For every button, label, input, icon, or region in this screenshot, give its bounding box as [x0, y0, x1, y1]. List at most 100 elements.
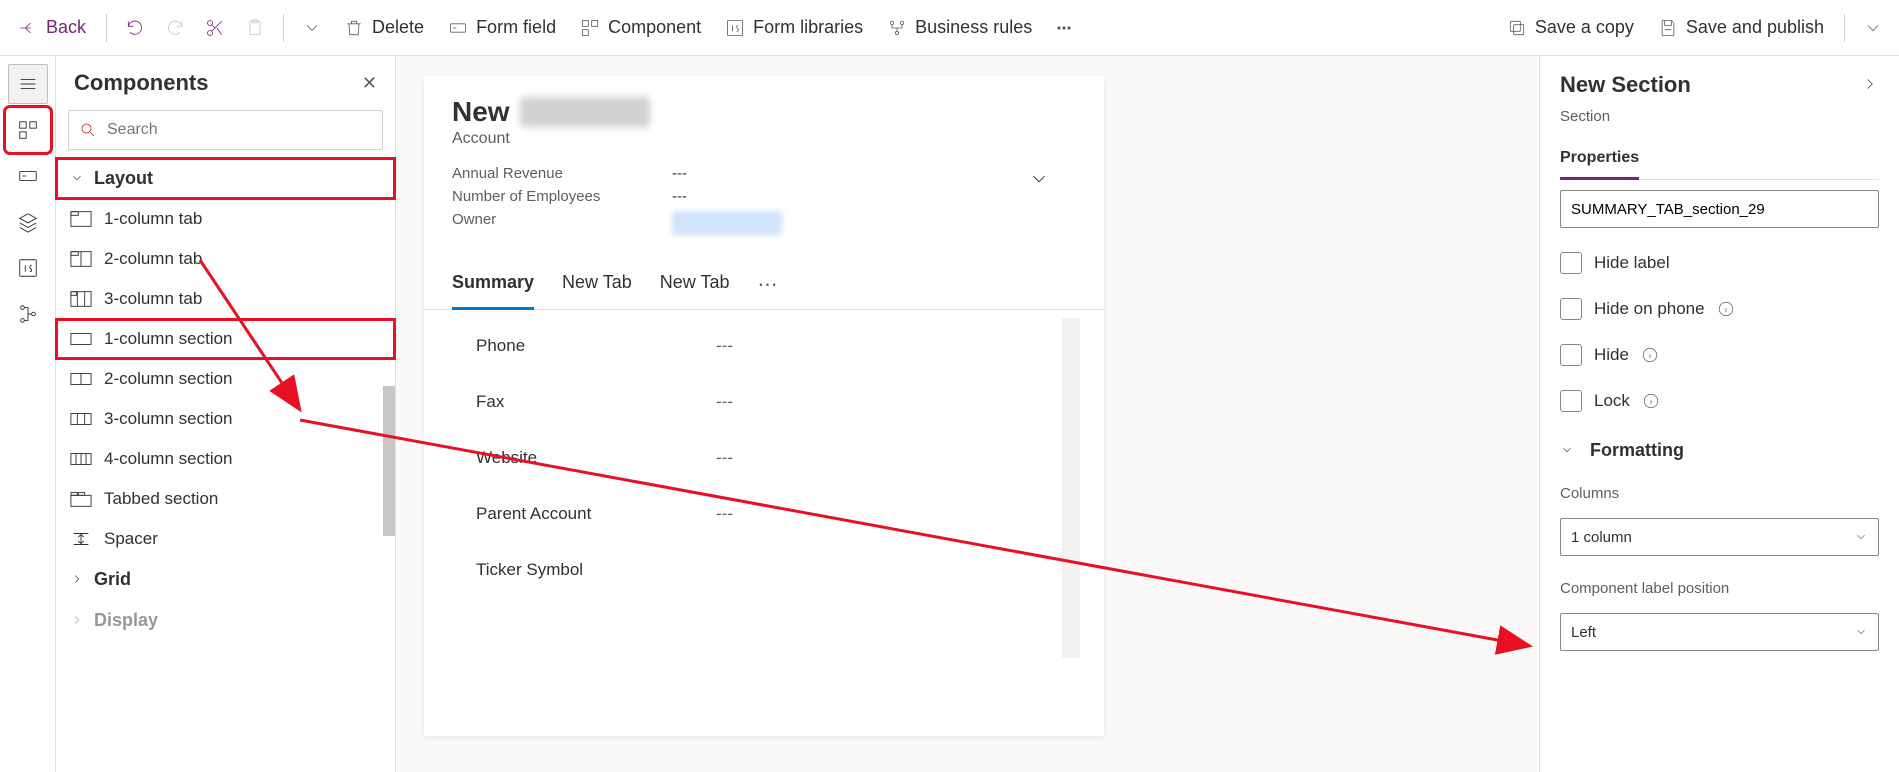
item-4-column-section[interactable]: 4-column section — [56, 439, 395, 479]
entity-label: Account — [452, 130, 1076, 148]
props-pivot: Properties — [1560, 141, 1879, 180]
js-rail-button[interactable] — [8, 248, 48, 288]
pivot-properties[interactable]: Properties — [1560, 141, 1639, 180]
formatting-header[interactable]: Formatting — [1560, 440, 1879, 461]
collapse-icon[interactable] — [1861, 75, 1879, 96]
redo-button[interactable] — [157, 12, 193, 44]
field-row[interactable]: Parent Account --- — [448, 486, 1062, 542]
check-hide-phone[interactable]: Hide on phone — [1560, 298, 1879, 320]
form-tabs: Summary New Tab New Tab ⋯ — [424, 238, 1104, 310]
hamburger-button[interactable] — [8, 64, 48, 104]
layout-items: 1-column tab 2-column tab 3-column tab 1… — [56, 199, 395, 559]
group-grid[interactable]: Grid — [56, 559, 395, 600]
separator — [283, 14, 284, 42]
checkbox[interactable] — [1560, 344, 1582, 366]
check-label: Hide — [1594, 345, 1629, 365]
form-field-button[interactable]: Form field — [438, 11, 566, 44]
search-icon — [79, 121, 97, 139]
field-label: Parent Account — [476, 504, 716, 524]
item-2-column-tab[interactable]: 2-column tab — [56, 239, 395, 279]
business-rules-label: Business rules — [915, 17, 1032, 38]
columns-select[interactable]: 1 column — [1560, 518, 1879, 556]
undo-button[interactable] — [117, 12, 153, 44]
form-libraries-button[interactable]: Form libraries — [715, 11, 873, 44]
delete-button[interactable]: Delete — [334, 11, 434, 44]
save-split-chevron[interactable] — [1855, 12, 1891, 44]
tab-new-1[interactable]: New Tab — [562, 262, 632, 309]
back-button[interactable]: Back — [8, 11, 96, 44]
components-panel: Components ✕ Layout 1-column tab 2-colum… — [56, 56, 396, 772]
scrollbar-thumb[interactable] — [383, 386, 395, 536]
item-label: Tabbed section — [104, 489, 218, 509]
delete-label: Delete — [372, 17, 424, 38]
props-title: New Section — [1560, 72, 1691, 98]
save-copy-button[interactable]: Save a copy — [1497, 11, 1644, 44]
item-label: Spacer — [104, 529, 158, 549]
item-label: 1-column tab — [104, 209, 202, 229]
back-label: Back — [46, 17, 86, 38]
check-hide-label[interactable]: Hide label — [1560, 252, 1879, 274]
columns-value: 1 column — [1571, 529, 1632, 546]
paste-button[interactable] — [237, 12, 273, 44]
search-box[interactable] — [68, 110, 383, 150]
tab-new-2[interactable]: New Tab — [660, 262, 730, 309]
header-field-row[interactable]: Number of Employees --- — [452, 185, 1076, 208]
label-pos-select[interactable]: Left — [1560, 613, 1879, 651]
fields-rail-button[interactable] — [8, 156, 48, 196]
item-spacer[interactable]: Spacer — [56, 519, 395, 559]
field-row[interactable]: Phone --- — [448, 318, 1062, 374]
item-tabbed-section[interactable]: Tabbed section — [56, 479, 395, 519]
tabbed-icon — [70, 490, 92, 508]
header-field-row[interactable]: Annual Revenue --- — [452, 162, 1076, 185]
item-3-column-tab[interactable]: 3-column tab — [56, 279, 395, 319]
field-label: Website — [476, 448, 716, 468]
tabs-overflow[interactable]: ⋯ — [757, 262, 777, 309]
item-1-column-section[interactable]: 1-column section — [56, 319, 395, 359]
chevron-down-button[interactable] — [294, 12, 330, 44]
formatting-label: Formatting — [1590, 440, 1684, 461]
field-row[interactable]: Fax --- — [448, 374, 1062, 430]
tab-summary[interactable]: Summary — [452, 262, 534, 310]
item-label: 2-column tab — [104, 249, 202, 269]
component-button[interactable]: Component — [570, 11, 711, 44]
check-lock[interactable]: Lock — [1560, 390, 1879, 412]
js-icon — [725, 18, 745, 38]
section-name-input[interactable] — [1560, 190, 1879, 228]
close-icon[interactable]: ✕ — [362, 73, 377, 94]
info-icon[interactable] — [1642, 392, 1660, 410]
group-display[interactable]: Display — [56, 600, 395, 641]
field-value: --- — [716, 448, 733, 468]
components-rail-button[interactable] — [8, 110, 48, 150]
save-publish-button[interactable]: Save and publish — [1648, 11, 1834, 44]
info-icon[interactable] — [1641, 346, 1659, 364]
chevron-down-icon — [1560, 443, 1576, 459]
item-3-column-section[interactable]: 3-column section — [56, 399, 395, 439]
component-label: Component — [608, 17, 701, 38]
search-input[interactable] — [107, 121, 372, 139]
checkbox[interactable] — [1560, 298, 1582, 320]
cut-button[interactable] — [197, 12, 233, 44]
field-label: Phone — [476, 336, 716, 356]
field-value: --- — [716, 336, 733, 356]
group-layout[interactable]: Layout — [56, 158, 395, 199]
label-pos-label: Component label position — [1560, 580, 1879, 597]
business-rules-button[interactable]: Business rules — [877, 11, 1042, 44]
check-hide[interactable]: Hide — [1560, 344, 1879, 366]
separator — [1844, 14, 1845, 42]
components-title: Components — [74, 70, 208, 96]
checkbox[interactable] — [1560, 252, 1582, 274]
field-row[interactable]: Website --- — [448, 430, 1062, 486]
layers-rail-button[interactable] — [8, 202, 48, 242]
header-field-row[interactable]: Owner — [452, 208, 1076, 238]
expand-chevron[interactable] — [1028, 168, 1052, 192]
checkbox[interactable] — [1560, 390, 1582, 412]
field-row[interactable]: Ticker Symbol — [448, 542, 1062, 598]
chevron-down-icon — [302, 18, 322, 38]
clipboard-icon — [245, 18, 265, 38]
tree-rail-button[interactable] — [8, 294, 48, 334]
info-icon[interactable] — [1717, 300, 1735, 318]
tab1-icon — [70, 210, 92, 228]
overflow-button[interactable] — [1046, 12, 1082, 44]
item-1-column-tab[interactable]: 1-column tab — [56, 199, 395, 239]
item-2-column-section[interactable]: 2-column section — [56, 359, 395, 399]
